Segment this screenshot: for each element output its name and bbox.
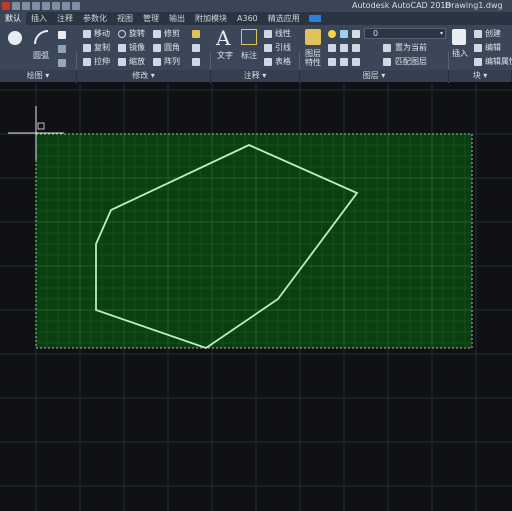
drawing-viewport[interactable]	[0, 83, 512, 511]
app-menu-icon[interactable]	[2, 2, 10, 10]
ribbon-toggle-icon[interactable]	[308, 15, 321, 22]
tab-default[interactable]: 默认	[0, 12, 26, 25]
layer-tool-icon[interactable]	[328, 44, 336, 52]
text-icon[interactable]: A	[216, 27, 230, 49]
stretch-label[interactable]: 拉伸	[94, 57, 110, 67]
ribbon-tab-bar: 默认 插入 注释 参数化 视图 管理 输出 附加模块 A360 精选应用	[0, 12, 512, 25]
tab-a360[interactable]: A360	[232, 12, 263, 25]
scale-icon[interactable]	[118, 58, 126, 66]
set-current-icon[interactable]	[383, 44, 391, 52]
edit-label[interactable]: 编辑	[485, 43, 501, 53]
document-title: Drawing1.dwg	[445, 1, 503, 10]
tab-output[interactable]: 输出	[164, 12, 190, 25]
explode-icon[interactable]	[192, 44, 200, 52]
leader-label[interactable]: 引线	[275, 43, 291, 53]
arc-label: 圆弧	[33, 51, 49, 60]
app-title: Autodesk AutoCAD 2018	[352, 1, 451, 10]
panel-title-annotation[interactable]: 注释 ▾	[211, 70, 300, 82]
tab-manage[interactable]: 管理	[138, 12, 164, 25]
match-layer-label[interactable]: 匹配图层	[395, 57, 427, 67]
hatch-icon[interactable]	[58, 45, 66, 53]
linear-label[interactable]: 线性	[275, 29, 291, 39]
panel-title-block[interactable]: 块 ▾	[449, 70, 512, 82]
layer-tool-icon[interactable]	[328, 58, 336, 66]
chevron-down-icon[interactable]: ▾	[440, 29, 443, 38]
rotate-label[interactable]: 旋转	[129, 29, 145, 39]
tab-featured-apps[interactable]: 精选应用	[263, 12, 305, 25]
match-layer-icon[interactable]	[383, 58, 391, 66]
tab-parametric[interactable]: 参数化	[78, 12, 112, 25]
panel-title-layers[interactable]: 图层 ▾	[300, 70, 449, 82]
edit-attributes-icon[interactable]	[474, 58, 482, 66]
set-current-label[interactable]: 置为当前	[395, 43, 427, 53]
layer-tool-icon[interactable]	[352, 44, 360, 52]
move-icon[interactable]	[83, 30, 91, 38]
stretch-icon[interactable]	[83, 58, 91, 66]
quick-access-toolbar[interactable]	[2, 0, 80, 12]
table-label[interactable]: 表格	[275, 57, 291, 67]
erase-icon[interactable]	[192, 30, 200, 38]
text-label[interactable]: 文字	[217, 51, 233, 61]
tab-annotate[interactable]: 注释	[52, 12, 78, 25]
panel-title-draw[interactable]: 绘图 ▾	[0, 70, 77, 82]
rectangle-icon[interactable]	[58, 31, 66, 39]
title-bar: Autodesk AutoCAD 2018 Drawing1.dwg	[0, 0, 512, 12]
fillet-icon[interactable]	[153, 44, 161, 52]
array-icon[interactable]	[153, 58, 161, 66]
layer-freeze-icon[interactable]	[340, 30, 348, 38]
layer-on-icon[interactable]	[328, 30, 336, 38]
edit-attributes-label[interactable]: 编辑属性	[485, 57, 512, 67]
trim-label[interactable]: 修剪	[164, 29, 180, 39]
scale-label[interactable]: 缩放	[129, 57, 145, 67]
save-icon[interactable]	[32, 2, 40, 10]
layer-tool-icon[interactable]	[340, 58, 348, 66]
insert-block-icon[interactable]	[452, 29, 466, 45]
gradient-icon[interactable]	[58, 59, 66, 67]
layer-tool-icon[interactable]	[340, 44, 348, 52]
print-icon[interactable]	[52, 2, 60, 10]
dimension-label[interactable]: 标注	[241, 51, 257, 61]
copy-icon[interactable]	[83, 44, 91, 52]
leader-icon[interactable]	[264, 44, 272, 52]
autocad-window: { "window": { "app_title": "Autodesk Aut…	[0, 0, 512, 511]
layer-properties-icon[interactable]	[305, 29, 321, 45]
copy-label[interactable]: 复制	[94, 43, 110, 53]
circle-icon[interactable]	[8, 31, 22, 45]
panel-title-modify[interactable]: 修改 ▾	[77, 70, 211, 82]
tab-view[interactable]: 视图	[112, 12, 138, 25]
layer-lock-icon[interactable]	[352, 30, 360, 38]
fillet-label[interactable]: 圆角	[164, 43, 180, 53]
save-as-icon[interactable]	[42, 2, 50, 10]
mirror-icon[interactable]	[118, 44, 126, 52]
rotate-icon[interactable]	[118, 30, 126, 38]
linear-icon[interactable]	[264, 30, 272, 38]
model-space-canvas[interactable]	[0, 83, 512, 511]
create-block-icon[interactable]	[474, 30, 482, 38]
redo-icon[interactable]	[72, 2, 80, 10]
mirror-label[interactable]: 镜像	[129, 43, 145, 53]
layer-properties-label[interactable]: 图层 特性	[305, 49, 321, 67]
open-file-icon[interactable]	[22, 2, 30, 10]
array-label[interactable]: 阵列	[164, 57, 180, 67]
edit-block-icon[interactable]	[474, 44, 482, 52]
undo-icon[interactable]	[62, 2, 70, 10]
insert-label[interactable]: 插入	[452, 49, 468, 59]
layer-tool-icon[interactable]	[352, 58, 360, 66]
tab-insert[interactable]: 插入	[26, 12, 52, 25]
create-label[interactable]: 创建	[485, 29, 501, 39]
dimension-icon[interactable]	[241, 29, 257, 45]
tab-addins[interactable]: 附加模块	[190, 12, 232, 25]
layer-dropdown[interactable]: 0 ▾	[364, 28, 446, 39]
new-file-icon[interactable]	[12, 2, 20, 10]
offset-icon[interactable]	[192, 58, 200, 66]
move-label[interactable]: 移动	[94, 29, 110, 39]
table-icon[interactable]	[264, 58, 272, 66]
trim-icon[interactable]	[153, 30, 161, 38]
current-layer-value: 0	[373, 29, 379, 38]
arc-icon[interactable]	[34, 30, 48, 44]
